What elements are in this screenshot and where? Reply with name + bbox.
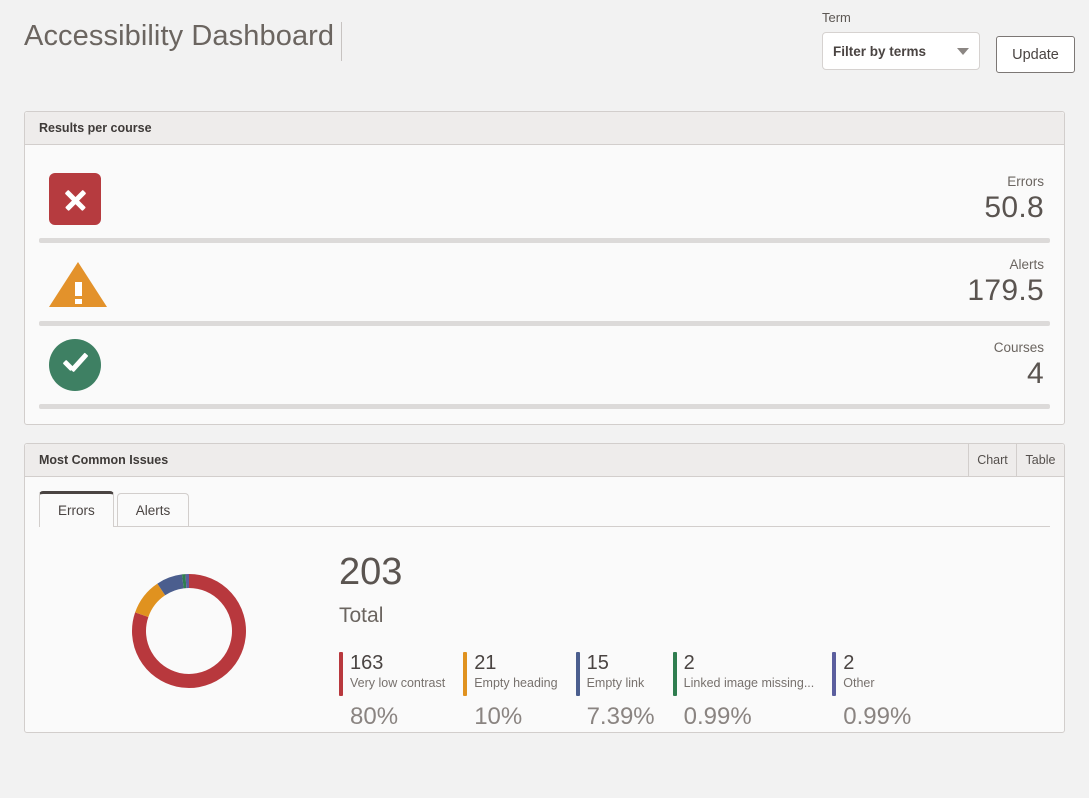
issue-breakdown-item: 15 Empty link 7.39% [575,652,673,732]
term-label: Term [822,10,851,25]
issue-percent: 10% [474,703,523,730]
issue-breakdown-top: 15 Empty link [575,652,655,696]
results-panel-header: Results per course [25,112,1064,145]
issue-name: Other [843,676,875,690]
issue-color-swatch [463,652,468,696]
alert-triangle-icon [49,256,107,308]
term-select-value: Filter by terms [833,43,927,59]
issue-count: 2 [843,652,855,674]
issue-breakdown-top: 2 Linked image missing... [672,652,815,696]
issue-percent: 80% [350,703,399,730]
result-divider [39,321,1050,326]
term-select[interactable]: Filter by terms [822,32,980,70]
issue-name: Empty heading [474,676,558,690]
tab-errors[interactable]: Errors [39,491,114,528]
alert-exclamation-stem [74,282,82,296]
error-x-icon [49,173,101,225]
update-button[interactable]: Update [996,36,1075,73]
view-toggle-chart[interactable]: Chart [968,443,1016,477]
result-label: Courses [993,339,1044,355]
tab-alerts[interactable]: Alerts [116,493,190,527]
chevron-down-icon [957,47,969,55]
issue-breakdown-top: 21 Empty heading [463,652,558,696]
result-metric-courses: Courses 4 [994,341,1044,390]
issue-breakdown-item: 163 Very low contrast 80% [339,652,463,732]
issue-color-swatch [339,652,343,696]
donut-chart [132,574,246,688]
page-header: Accessibility Dashboard Term Filter by t… [0,0,1089,100]
issue-breakdown-text: 2 Linked image missing... [684,652,815,696]
result-value: 50.8 [984,191,1044,225]
issue-percent: 0.99% [843,703,912,730]
total-count: 203 [339,551,403,593]
issues-tab-list: Errors Alerts [39,491,1050,528]
view-toggle-table[interactable]: Table [1016,443,1064,477]
result-metric-alerts: Alerts 179.5 [967,258,1044,307]
result-metric-errors: Errors 50.8 [984,175,1044,224]
result-label: Errors [1007,173,1044,189]
issue-breakdown-text: 2 Other [843,652,874,696]
results-panel-body: Errors 50.8 Alerts 179.5 Courses 4 [25,145,1064,424]
result-row-alerts: Alerts 179.5 [39,246,1050,318]
most-common-issues-panel: Most Common Issues Chart Table Errors Al… [24,443,1065,733]
donut-segment-1 [135,583,166,618]
result-row-courses: Courses 4 [39,329,1050,401]
issue-percent: 0.99% [683,703,752,730]
result-value: 179.5 [967,274,1044,308]
issue-breakdown-text: 15 Empty link [587,652,645,696]
result-divider [39,238,1050,243]
issue-name: Linked image missing... [683,676,815,690]
issue-breakdown-item: 21 Empty heading 10% [463,652,575,732]
issues-panel-header: Most Common Issues Chart Table [25,443,1064,477]
issues-chart-area: 203 Total 163 Very low contrast 80% 21 Empty… [39,527,1050,732]
term-filter-group: Term Filter by terms [822,10,982,70]
issue-breakdown-top: 2 Other [832,652,911,696]
view-toggle-group: Chart Table [968,443,1064,477]
issue-breakdown-item: 2 Linked image missing... 0.99% [672,652,833,732]
issue-breakdown-text: 21 Empty heading [474,652,557,696]
issue-count: 163 [350,652,384,674]
alert-exclamation-dot [74,299,82,304]
issues-panel-title: Most Common Issues [39,453,169,467]
issue-count: 2 [683,652,695,674]
issue-percent: 7.39% [586,703,655,730]
issue-breakdown-text: 163 Very low contrast [350,652,445,696]
results-panel-title: Results per course [39,121,152,135]
issue-color-swatch [832,652,837,696]
result-divider [39,404,1050,409]
issue-color-swatch [575,652,580,696]
issue-count: 15 [586,652,609,674]
issue-name: Very low contrast [350,676,446,690]
issues-summary: 203 Total 163 Very low contrast 80% 21 Empty… [339,553,1050,732]
success-check-icon [49,339,101,391]
issue-color-swatch [672,652,677,696]
issue-name: Empty link [586,676,645,690]
result-row-errors: Errors 50.8 [39,163,1050,235]
issue-breakdown-top: 163 Very low contrast [339,652,445,696]
donut-segment-2 [157,574,185,596]
result-label: Alerts [1009,256,1044,272]
issues-panel-body: Errors Alerts 203 Total 163 Very low cont… [25,477,1064,732]
issue-breakdown-list: 163 Very low contrast 80% 21 Empty heading 10… [339,652,1040,732]
total-label: Total [339,604,384,627]
results-per-course-panel: Results per course Errors 50.8 Alerts 17… [24,111,1065,425]
page-title: Accessibility Dashboard [24,20,335,52]
issue-breakdown-item: 2 Other 0.99% [832,652,929,732]
title-divider [341,22,342,61]
issue-count: 21 [474,652,497,674]
result-value: 4 [1027,357,1044,391]
donut-chart-wrap [39,553,339,695]
